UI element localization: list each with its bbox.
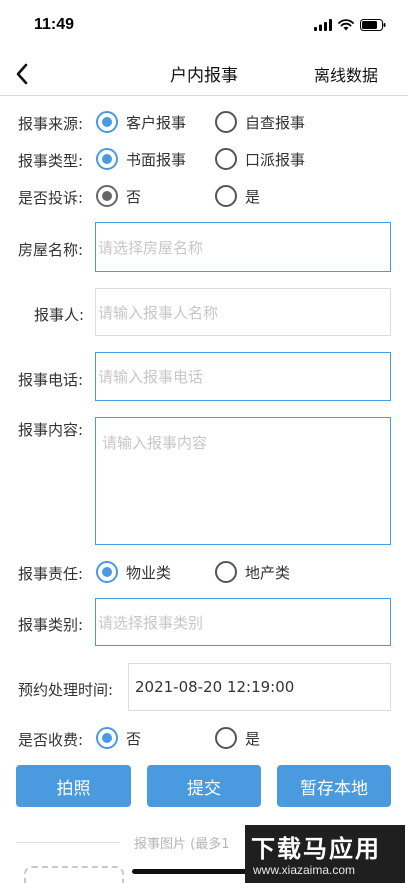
radio-unselected-icon xyxy=(215,185,237,207)
watermark-title: 下载马应用 xyxy=(251,835,381,863)
radio-responsibility-realestate[interactable]: 地产类 xyxy=(215,561,290,583)
radio-unselected-icon xyxy=(215,111,237,133)
status-time: 11:49 xyxy=(34,16,75,33)
radio-type-written[interactable]: 书面报事 xyxy=(96,148,186,170)
status-bar: 11:49 xyxy=(0,0,408,50)
charge-label: 是否收费: xyxy=(18,731,84,749)
signal-icon xyxy=(314,19,332,31)
photos-caption: 报事图片 (最多1 xyxy=(134,837,230,852)
watermark-logo: 下载马应用 www.xiazaima.com xyxy=(245,825,405,883)
complaint-label: 是否投诉: xyxy=(18,189,84,207)
radio-charge-no[interactable]: 否 xyxy=(96,727,141,749)
offline-data-button[interactable]: 离线数据 xyxy=(314,62,378,86)
radio-label: 客户报事 xyxy=(126,113,187,132)
category-label: 报事类别: xyxy=(18,616,84,634)
radio-label: 自查报事 xyxy=(245,113,306,132)
content-label: 报事内容: xyxy=(18,421,84,439)
divider-line xyxy=(16,842,120,843)
status-icons xyxy=(314,18,386,32)
radio-label: 口派报事 xyxy=(245,150,306,169)
radio-label: 物业类 xyxy=(126,563,172,582)
radio-selected-icon xyxy=(96,727,118,749)
source-label: 报事来源: xyxy=(18,115,84,133)
submit-button[interactable]: 提交 xyxy=(147,765,261,807)
radio-unselected-icon xyxy=(215,727,237,749)
appointment-label: 预约处理时间: xyxy=(18,681,114,699)
content-textarea[interactable]: 请输入报事内容 xyxy=(95,417,391,545)
responsibility-label: 报事责任: xyxy=(18,565,84,583)
reporter-label: 报事人: xyxy=(34,306,85,324)
radio-selected-icon xyxy=(96,111,118,133)
nav-bar: 户内报事 离线数据 xyxy=(0,50,408,96)
house-select[interactable]: 请选择房屋名称 xyxy=(95,222,391,272)
radio-complaint-no[interactable]: 否 xyxy=(96,185,141,207)
radio-label: 否 xyxy=(126,187,142,206)
radio-selected-icon xyxy=(96,185,118,207)
battery-icon xyxy=(360,19,386,31)
photo-button[interactable]: 拍照 xyxy=(16,765,131,807)
radio-label: 否 xyxy=(126,729,142,748)
save-local-button[interactable]: 暂存本地 xyxy=(277,765,391,807)
radio-type-verbal[interactable]: 口派报事 xyxy=(215,148,305,170)
type-label: 报事类型: xyxy=(18,152,84,170)
radio-label: 书面报事 xyxy=(126,150,187,169)
radio-selected-icon xyxy=(96,561,118,583)
phone-label: 报事电话: xyxy=(18,371,84,389)
category-select[interactable]: 请选择报事类别 xyxy=(95,598,391,646)
watermark-url: www.xiazaima.com xyxy=(253,863,356,877)
radio-label: 地产类 xyxy=(245,563,291,582)
radio-source-self-check[interactable]: 自查报事 xyxy=(215,111,305,133)
radio-responsibility-property[interactable]: 物业类 xyxy=(96,561,171,583)
phone-input[interactable]: 请输入报事电话 xyxy=(95,352,391,401)
add-photo-box[interactable] xyxy=(24,866,124,883)
radio-label: 是 xyxy=(245,187,261,206)
radio-complaint-yes[interactable]: 是 xyxy=(215,185,260,207)
wifi-icon xyxy=(338,19,354,31)
appointment-time-picker[interactable]: 2021-08-20 12:19:00 xyxy=(128,663,391,711)
radio-unselected-icon xyxy=(215,561,237,583)
radio-label: 是 xyxy=(245,729,261,748)
radio-selected-icon xyxy=(96,148,118,170)
house-label: 房屋名称: xyxy=(18,241,84,259)
radio-charge-yes[interactable]: 是 xyxy=(215,727,260,749)
radio-source-customer[interactable]: 客户报事 xyxy=(96,111,186,133)
radio-unselected-icon xyxy=(215,148,237,170)
reporter-input[interactable]: 请输入报事人名称 xyxy=(95,288,391,336)
